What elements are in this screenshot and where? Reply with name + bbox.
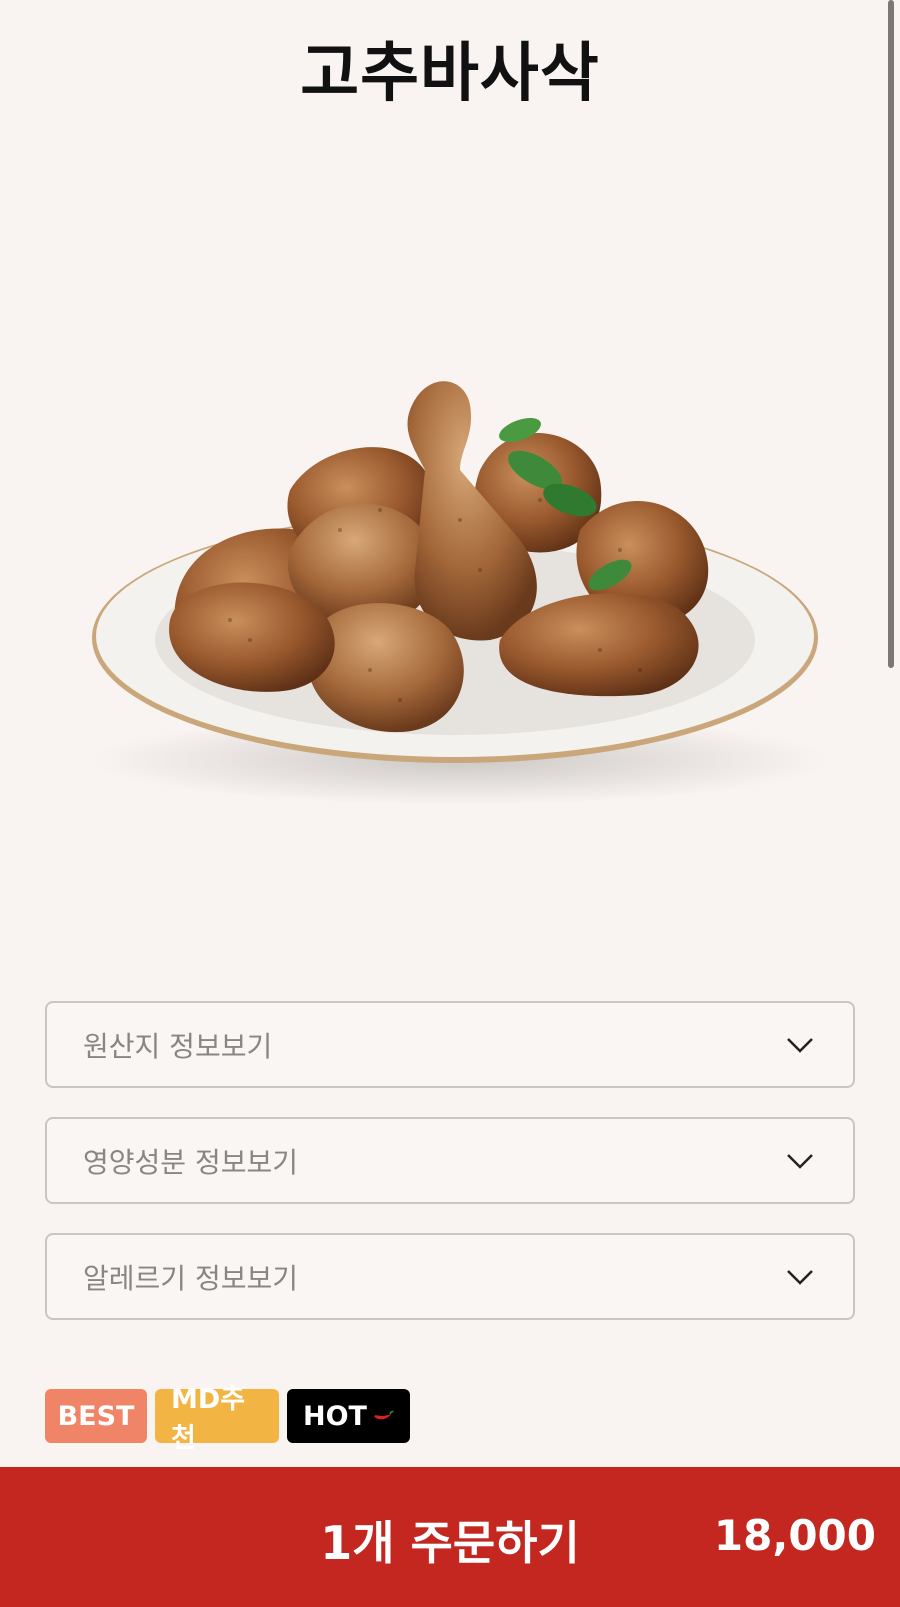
page-title: 고추바사삭 bbox=[300, 37, 600, 111]
chili-pepper-icon bbox=[374, 1410, 394, 1420]
allergy-info-toggle[interactable]: 알레르기 정보보기 bbox=[45, 1233, 855, 1320]
hot-badge: HOT bbox=[287, 1389, 410, 1443]
product-image bbox=[90, 381, 830, 805]
chevron-down-icon bbox=[787, 1153, 813, 1169]
allergy-info-label: 알레르기 정보보기 bbox=[83, 1261, 298, 1295]
info-accordions: 원산지 정보보기 영양성분 정보보기 알레르기 정보보기 bbox=[45, 1001, 855, 1349]
hot-badge-label: HOT bbox=[303, 1400, 367, 1432]
scrollbar[interactable] bbox=[888, 0, 894, 668]
chevron-down-icon bbox=[787, 1037, 813, 1053]
origin-info-toggle[interactable]: 원산지 정보보기 bbox=[45, 1001, 855, 1088]
nutrition-info-toggle[interactable]: 영양성분 정보보기 bbox=[45, 1117, 855, 1204]
order-price: 18,000 bbox=[713, 1511, 876, 1560]
nutrition-info-label: 영양성분 정보보기 bbox=[83, 1145, 298, 1179]
best-badge: BEST bbox=[45, 1389, 147, 1443]
md-pick-badge: MD추천 bbox=[155, 1384, 279, 1454]
order-button[interactable]: 1개 주문하기 18,000 bbox=[0, 1467, 900, 1607]
product-badges: BEST MD추천 HOT bbox=[45, 1384, 410, 1454]
origin-info-label: 원산지 정보보기 bbox=[83, 1029, 273, 1063]
chevron-down-icon bbox=[787, 1269, 813, 1285]
